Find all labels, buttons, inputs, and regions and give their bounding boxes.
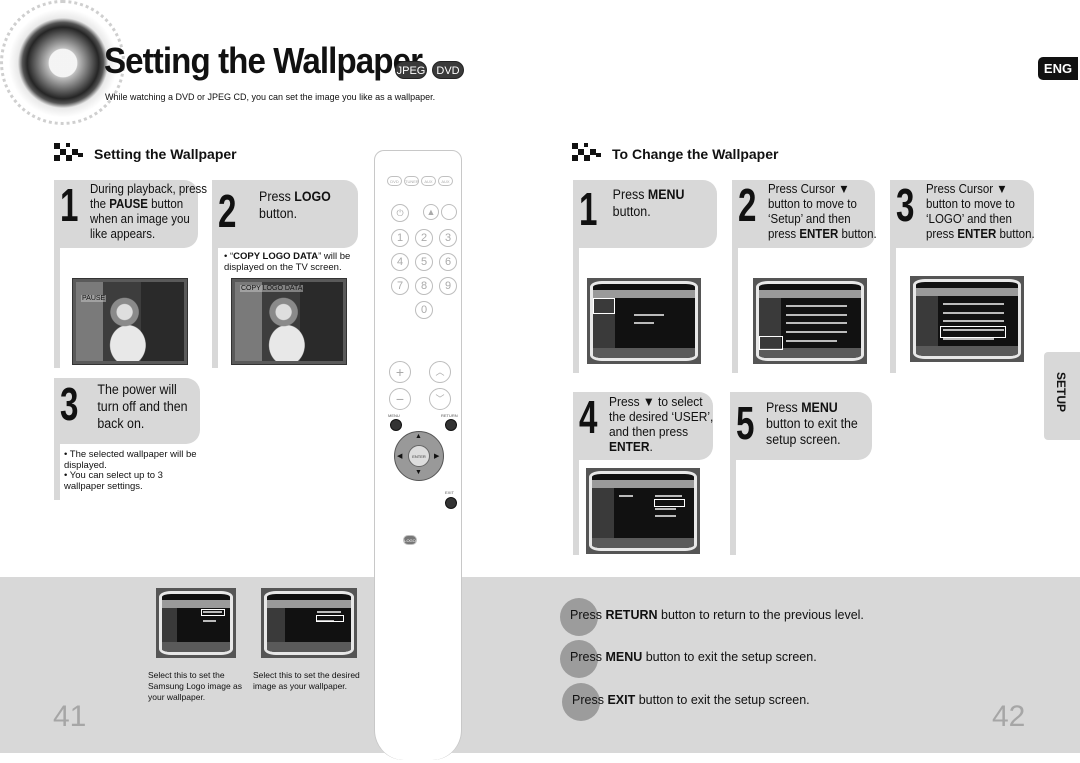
step-rail bbox=[890, 248, 896, 373]
step-number: 1 bbox=[579, 183, 598, 235]
step-number: 3 bbox=[60, 378, 79, 430]
photo-caption: COPY LOGO DATA bbox=[240, 285, 304, 292]
step-3-notes: • The selected wallpaper will be display… bbox=[64, 449, 197, 492]
dvd-badge: DVD bbox=[432, 61, 464, 79]
setup-side-tab-label: SETUP bbox=[1054, 372, 1068, 413]
disc-skip-button[interactable] bbox=[441, 204, 457, 220]
remote-aux2-button[interactable]: AUX bbox=[438, 176, 453, 186]
step-rail bbox=[573, 248, 579, 373]
right-section-title: To Change the Wallpaper bbox=[612, 146, 779, 162]
remote-number-0[interactable]: 0 bbox=[415, 301, 433, 319]
remote-number-9[interactable]: 9 bbox=[439, 277, 457, 295]
cursor-up-icon[interactable]: ▲ bbox=[415, 433, 422, 440]
step-2-setting: 2 Press LOGO button. bbox=[212, 180, 358, 248]
setup-side-tab: SETUP bbox=[1044, 352, 1080, 440]
remote-tuner-button[interactable]: TUNER bbox=[404, 176, 419, 186]
remote-aux-button[interactable]: AUX bbox=[421, 176, 436, 186]
menu-button[interactable] bbox=[390, 419, 402, 431]
right-section-heading: To Change the Wallpaper bbox=[572, 143, 778, 165]
remote-number-4[interactable]: 4 bbox=[391, 253, 409, 271]
tv-screen-original-option bbox=[156, 588, 236, 658]
exit-label: EXIT bbox=[445, 490, 454, 495]
step-number: 5 bbox=[736, 397, 755, 449]
remote-number-3[interactable]: 3 bbox=[439, 229, 457, 247]
tuning-down-icon[interactable]: ﹀ bbox=[429, 388, 451, 410]
step-number: 2 bbox=[218, 185, 237, 237]
cursor-down-icon[interactable]: ▼ bbox=[415, 469, 422, 476]
step-number: 3 bbox=[896, 179, 915, 231]
logo-button[interactable]: LOGO bbox=[403, 535, 417, 545]
tv-screen-user-option bbox=[261, 588, 357, 658]
cursor-right-icon[interactable]: ▶ bbox=[434, 452, 439, 460]
step-1-change: 1 Press MENU button. bbox=[573, 180, 717, 248]
step-text: Press ▼ to select the desired ‘USER’, and … bbox=[608, 394, 713, 454]
menu-label: MENU bbox=[388, 413, 400, 418]
remote-number-1[interactable]: 1 bbox=[391, 229, 409, 247]
return-label: RETURN bbox=[441, 413, 458, 418]
remote-lower-body bbox=[374, 577, 462, 760]
caption-samsung-logo: Select this to set the Samsung Logo imag… bbox=[148, 670, 243, 702]
volume-down-icon[interactable]: − bbox=[389, 388, 411, 410]
photo-caption: PAUSE bbox=[81, 295, 107, 302]
pause-screen-photo: PAUSE bbox=[72, 278, 188, 365]
step-5-change: 5 Press MENU button to exit the setup scre… bbox=[730, 392, 872, 460]
step-rail bbox=[730, 460, 736, 555]
speaker-graphic bbox=[8, 8, 118, 118]
remote-number-2[interactable]: 2 bbox=[415, 229, 433, 247]
cursor-left-icon[interactable]: ◀ bbox=[397, 452, 402, 460]
step-rail bbox=[212, 248, 218, 368]
checker-bullet-icon bbox=[54, 143, 88, 165]
step-number: 1 bbox=[60, 179, 79, 231]
step-2-change: 2 Press Cursor ▼ button to move to ‘Setup’… bbox=[732, 179, 877, 248]
return-button[interactable] bbox=[445, 419, 457, 431]
remote-number-6[interactable]: 6 bbox=[439, 253, 457, 271]
jpeg-badge: JPEG bbox=[395, 61, 427, 79]
enter-button[interactable]: ENTER bbox=[408, 445, 430, 467]
tv-screen-setup-menu bbox=[753, 278, 867, 364]
remote-number-5[interactable]: 5 bbox=[415, 253, 433, 271]
exit-button[interactable] bbox=[445, 497, 457, 509]
step-rail bbox=[573, 460, 579, 555]
tuning-up-icon[interactable]: ︿ bbox=[429, 361, 451, 383]
step-4-change: 4 Press ▼ to select the desired ‘USER’, an… bbox=[573, 392, 713, 460]
eject-icon[interactable]: ▲ bbox=[423, 204, 439, 220]
step-rail bbox=[732, 248, 738, 373]
tv-screen-user-select bbox=[586, 468, 700, 554]
power-icon[interactable]: ⏻ bbox=[391, 204, 409, 222]
copy-logo-screen-photo: COPY LOGO DATA bbox=[231, 278, 347, 365]
step-text: Press Cursor ▼ button to move to ‘LOGO’ an… bbox=[925, 182, 1035, 241]
step-number: 4 bbox=[579, 391, 598, 443]
language-tab: ENG bbox=[1038, 57, 1078, 80]
step-rail bbox=[54, 444, 60, 500]
step-text: Press Cursor ▼ button to move to ‘Setup’ a… bbox=[767, 182, 877, 241]
left-section-heading: Setting the Wallpaper bbox=[54, 143, 237, 165]
tip-return: Press RETURN button to return to the pre… bbox=[570, 608, 864, 622]
step-3-change: 3 Press Cursor ▼ button to move to ‘LOGO’ … bbox=[890, 180, 1034, 248]
tv-screen-disc-menu bbox=[587, 278, 701, 364]
step-text: Press MENU button. bbox=[612, 187, 685, 219]
volume-up-icon[interactable]: + bbox=[389, 361, 411, 383]
page-number-right: 42 bbox=[992, 700, 1026, 733]
step-text: The power will turn off and then back on. bbox=[96, 382, 188, 431]
checker-bullet-icon bbox=[572, 143, 606, 165]
step-2-note: • “COPY LOGO DATA” will be displayed on … bbox=[224, 251, 351, 273]
remote-number-7[interactable]: 7 bbox=[391, 277, 409, 295]
left-section-title: Setting the Wallpaper bbox=[94, 146, 237, 162]
caption-desired-image: Select this to set the desired image as … bbox=[253, 670, 360, 691]
step-rail bbox=[54, 248, 60, 368]
step-1-setting: 1 During playback, press the PAUSE button… bbox=[54, 179, 207, 248]
tip-menu: Press MENU button to exit the setup scre… bbox=[570, 650, 817, 664]
step-text: During playback, press the PAUSE button wh… bbox=[89, 182, 207, 241]
step-text: Press MENU button to exit the setup screen… bbox=[766, 400, 858, 447]
page-subtitle: While watching a DVD or JPEG CD, you can… bbox=[105, 92, 436, 102]
remote-number-8[interactable]: 8 bbox=[415, 277, 433, 295]
page-title: Setting the Wallpaper bbox=[104, 40, 423, 81]
tv-screen-logo-selected bbox=[910, 276, 1024, 362]
step-number: 2 bbox=[738, 179, 757, 231]
page-number-left: 41 bbox=[53, 700, 87, 733]
step-text: Press LOGO button. bbox=[259, 189, 331, 221]
remote-dvd-button[interactable]: DVD bbox=[387, 176, 402, 186]
step-3-setting: 3 The power will turn off and then back on… bbox=[54, 378, 200, 444]
tip-exit: Press EXIT button to exit the setup scre… bbox=[572, 693, 810, 707]
